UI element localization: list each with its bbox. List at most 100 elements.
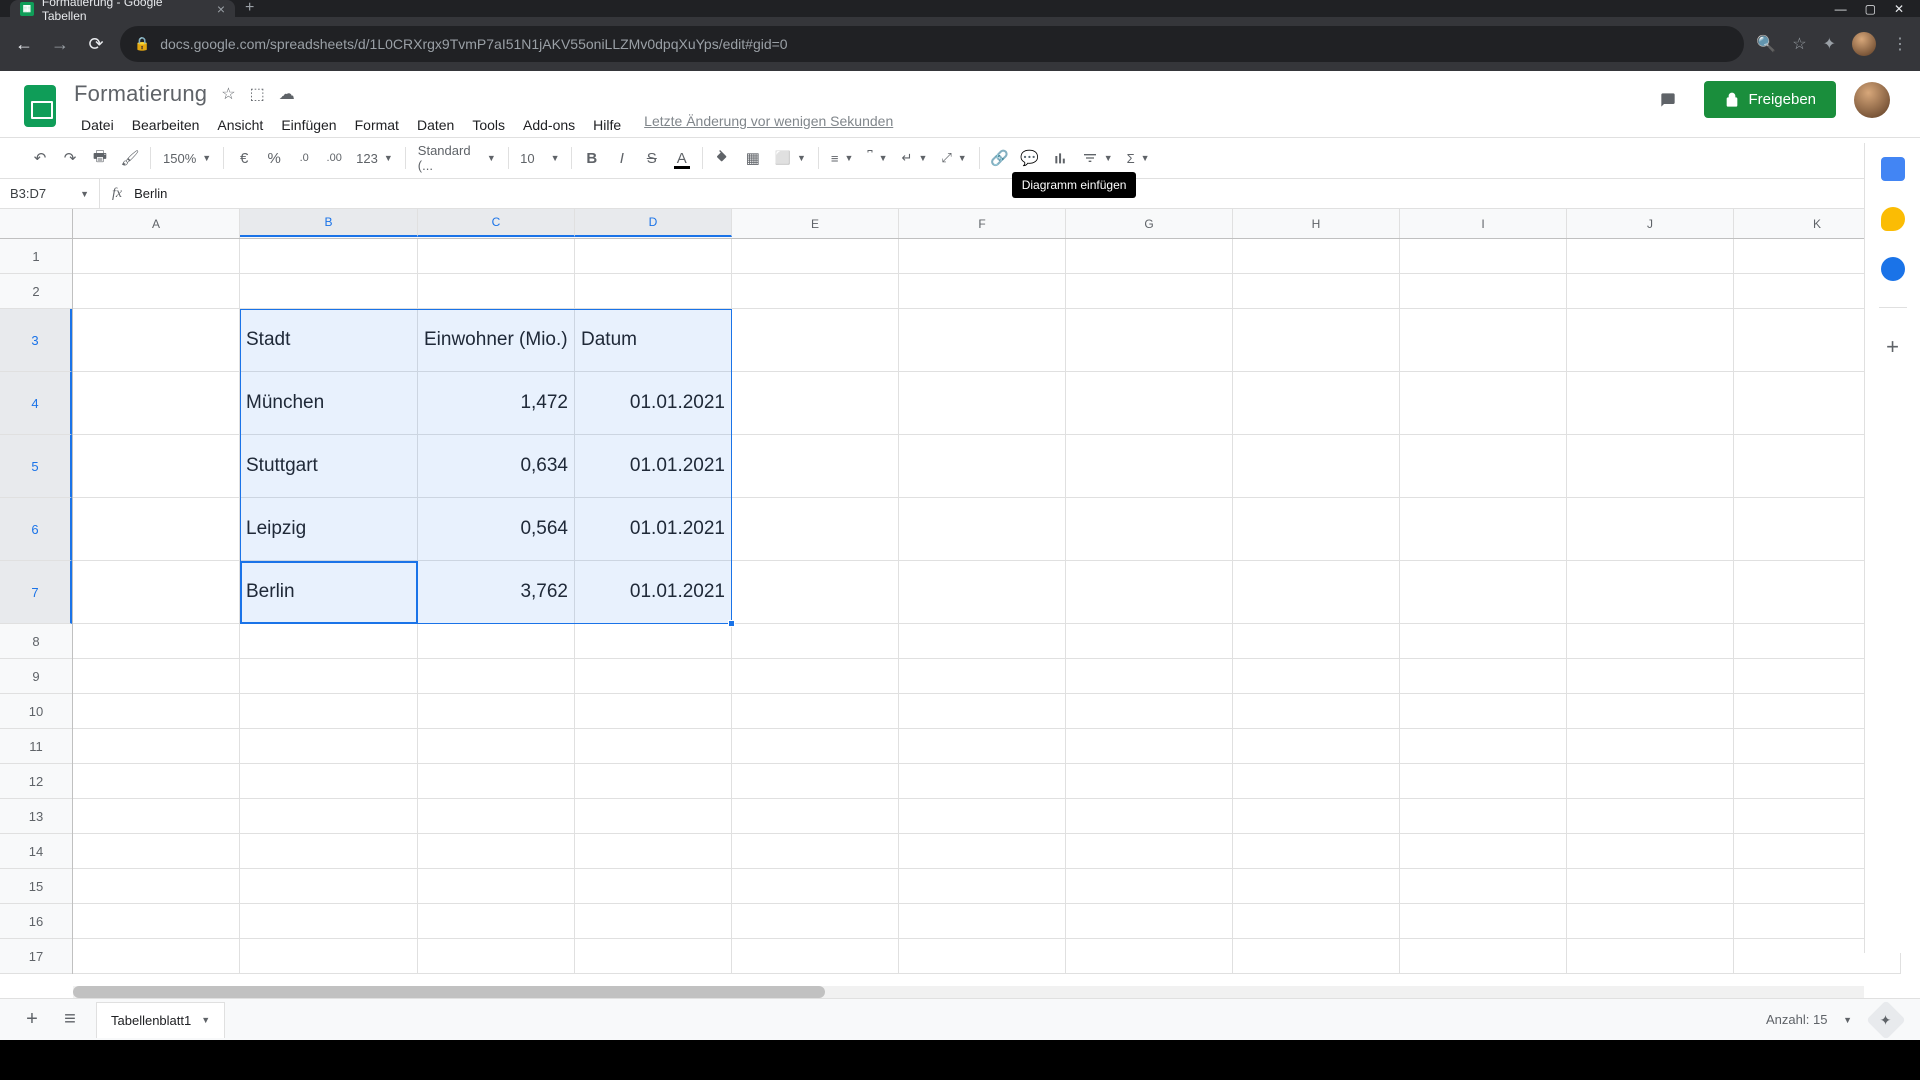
cell-C3[interactable]: Einwohner (Mio.) bbox=[418, 309, 575, 372]
cell-empty[interactable] bbox=[1066, 624, 1233, 659]
bookmark-icon[interactable]: ☆ bbox=[1792, 34, 1806, 54]
currency-button[interactable]: € bbox=[230, 144, 258, 172]
cell-empty[interactable] bbox=[1400, 834, 1567, 869]
column-header-B[interactable]: B bbox=[240, 209, 418, 237]
row-header-11[interactable]: 11 bbox=[0, 729, 72, 764]
cell-empty[interactable] bbox=[1066, 239, 1233, 274]
cell-empty[interactable] bbox=[575, 239, 732, 274]
bold-button[interactable]: B bbox=[578, 144, 606, 172]
cell-C5[interactable]: 0,634 bbox=[418, 435, 575, 498]
cell-empty[interactable] bbox=[575, 659, 732, 694]
cell-empty[interactable] bbox=[1567, 274, 1734, 309]
cell-D3[interactable]: Datum bbox=[575, 309, 732, 372]
cell-empty[interactable] bbox=[240, 869, 418, 904]
cell-empty[interactable] bbox=[1400, 435, 1567, 498]
print-button[interactable]: 🖶 bbox=[86, 144, 114, 172]
selection-handle[interactable] bbox=[728, 620, 735, 627]
merge-button[interactable]: ⬜▼ bbox=[769, 150, 812, 166]
cell-empty[interactable] bbox=[1233, 624, 1400, 659]
cell-empty[interactable] bbox=[1567, 561, 1734, 624]
cell-empty[interactable] bbox=[732, 694, 899, 729]
cell-empty[interactable] bbox=[1567, 764, 1734, 799]
strikethrough-button[interactable]: S bbox=[638, 144, 666, 172]
cell-B7[interactable]: Berlin bbox=[240, 561, 418, 624]
cell-B5[interactable]: Stuttgart bbox=[240, 435, 418, 498]
cell-empty[interactable] bbox=[73, 694, 240, 729]
cell-empty[interactable] bbox=[1066, 498, 1233, 561]
cell-empty[interactable] bbox=[1066, 799, 1233, 834]
horizontal-scrollbar-thumb[interactable] bbox=[73, 986, 825, 998]
window-maximize-icon[interactable]: ▢ bbox=[1865, 2, 1876, 16]
cell-empty[interactable] bbox=[1233, 834, 1400, 869]
cell-empty[interactable] bbox=[73, 904, 240, 939]
row-header-13[interactable]: 13 bbox=[0, 799, 72, 834]
cell-empty[interactable] bbox=[73, 309, 240, 372]
share-button[interactable]: Freigeben bbox=[1704, 81, 1836, 118]
keep-icon[interactable] bbox=[1881, 207, 1905, 231]
cell-empty[interactable] bbox=[1066, 274, 1233, 309]
number-format-select[interactable]: 123▼ bbox=[350, 151, 399, 166]
cell-empty[interactable] bbox=[1400, 274, 1567, 309]
row-header-4[interactable]: 4 bbox=[0, 372, 72, 435]
cell-empty[interactable] bbox=[1567, 372, 1734, 435]
cell-empty[interactable] bbox=[1233, 498, 1400, 561]
close-tab-icon[interactable]: × bbox=[217, 1, 225, 17]
cell-empty[interactable] bbox=[899, 435, 1066, 498]
cell-empty[interactable] bbox=[732, 372, 899, 435]
cell-empty[interactable] bbox=[240, 834, 418, 869]
cell-empty[interactable] bbox=[899, 764, 1066, 799]
column-header-F[interactable]: F bbox=[899, 209, 1066, 238]
cell-empty[interactable] bbox=[1233, 729, 1400, 764]
add-sheet-button[interactable]: + bbox=[20, 1008, 44, 1031]
font-size-select[interactable]: 10▼ bbox=[515, 151, 565, 166]
cell-empty[interactable] bbox=[1400, 694, 1567, 729]
cell-empty[interactable] bbox=[1066, 729, 1233, 764]
cell-empty[interactable] bbox=[240, 694, 418, 729]
document-title[interactable]: Formatierung bbox=[74, 81, 207, 107]
cell-D5[interactable]: 01.01.2021 bbox=[575, 435, 732, 498]
cell-empty[interactable] bbox=[575, 694, 732, 729]
menu-datei[interactable]: Datei bbox=[74, 113, 121, 137]
filter-button[interactable]: ▼ bbox=[1076, 150, 1119, 166]
column-header-D[interactable]: D bbox=[575, 209, 732, 237]
cell-empty[interactable] bbox=[732, 309, 899, 372]
cell-empty[interactable] bbox=[732, 624, 899, 659]
cell-empty[interactable] bbox=[1567, 435, 1734, 498]
font-select[interactable]: Standard (...▼ bbox=[412, 143, 502, 173]
cell-empty[interactable] bbox=[1233, 764, 1400, 799]
row-header-17[interactable]: 17 bbox=[0, 939, 72, 974]
column-header-J[interactable]: J bbox=[1567, 209, 1734, 238]
cell-empty[interactable] bbox=[575, 624, 732, 659]
cell-empty[interactable] bbox=[732, 435, 899, 498]
cell-empty[interactable] bbox=[1567, 309, 1734, 372]
cell-empty[interactable] bbox=[575, 764, 732, 799]
cell-empty[interactable] bbox=[1400, 764, 1567, 799]
cell-empty[interactable] bbox=[1400, 561, 1567, 624]
menu-addons[interactable]: Add-ons bbox=[516, 113, 582, 137]
sheet-tab[interactable]: Tabellenblatt1 ▼ bbox=[96, 1002, 225, 1038]
cell-empty[interactable] bbox=[575, 729, 732, 764]
cell-empty[interactable] bbox=[1400, 624, 1567, 659]
cell-empty[interactable] bbox=[732, 869, 899, 904]
cell-empty[interactable] bbox=[732, 561, 899, 624]
cell-empty[interactable] bbox=[73, 274, 240, 309]
cell-empty[interactable] bbox=[1567, 694, 1734, 729]
cell-D4[interactable]: 01.01.2021 bbox=[575, 372, 732, 435]
cell-empty[interactable] bbox=[899, 372, 1066, 435]
star-icon[interactable]: ☆ bbox=[221, 84, 235, 104]
cell-empty[interactable] bbox=[1066, 435, 1233, 498]
zoom-indicator-icon[interactable]: 🔍 bbox=[1756, 34, 1776, 54]
add-addon-icon[interactable]: + bbox=[1886, 334, 1899, 360]
cell-empty[interactable] bbox=[899, 239, 1066, 274]
cell-empty[interactable] bbox=[1233, 659, 1400, 694]
cell-empty[interactable] bbox=[418, 729, 575, 764]
cell-empty[interactable] bbox=[899, 939, 1066, 974]
cell-C7[interactable]: 3,762 bbox=[418, 561, 575, 624]
insert-link-button[interactable]: 🔗 bbox=[986, 144, 1014, 172]
cell-empty[interactable] bbox=[73, 799, 240, 834]
cell-empty[interactable] bbox=[732, 729, 899, 764]
increase-decimals-button[interactable]: .00 bbox=[320, 144, 348, 172]
cell-empty[interactable] bbox=[240, 729, 418, 764]
select-all-corner[interactable] bbox=[0, 209, 73, 239]
cell-empty[interactable] bbox=[899, 624, 1066, 659]
